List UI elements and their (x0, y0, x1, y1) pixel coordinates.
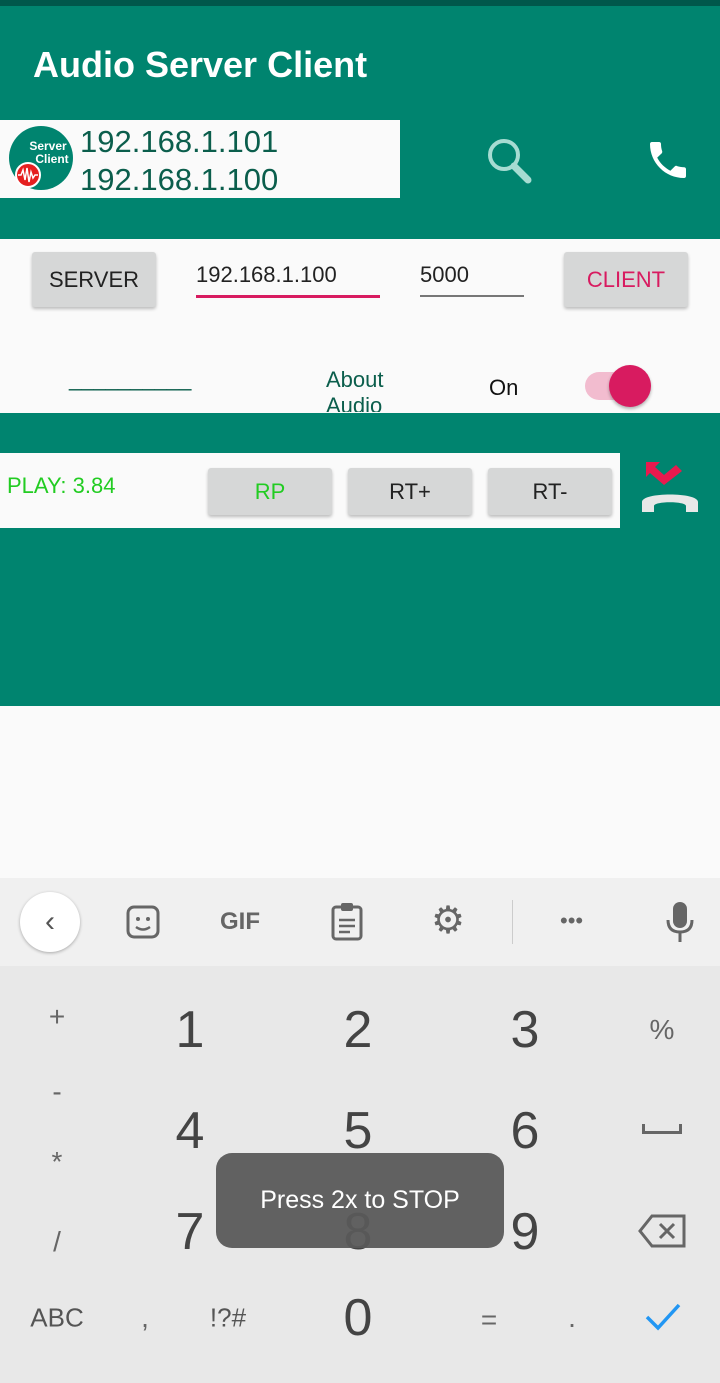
switch-label: On (489, 375, 519, 400)
key-2[interactable]: 2 (344, 1000, 373, 1060)
toolbar-divider (512, 900, 513, 944)
svg-text:Server: Server (29, 139, 67, 153)
key-0[interactable]: 0 (344, 1288, 373, 1348)
key-6[interactable]: 6 (511, 1101, 540, 1161)
ip-input[interactable]: 192.168.1.100 (196, 262, 380, 298)
switch-thumb (609, 365, 651, 407)
gif-button[interactable]: GIF (220, 908, 260, 936)
svg-text:Client: Client (35, 152, 68, 166)
key-3[interactable]: 3 (511, 1000, 540, 1060)
key-1[interactable]: 1 (176, 1000, 205, 1060)
key-abc[interactable]: ABC (30, 1303, 83, 1334)
key-symbols[interactable]: !?# (210, 1303, 246, 1334)
rt-plus-button[interactable]: RT+ (348, 468, 472, 515)
checkmark-enter-icon[interactable] (644, 1302, 682, 1332)
app-logo: Server Client (9, 126, 73, 190)
port-input[interactable]: 5000 (420, 262, 524, 297)
microphone-icon[interactable] (664, 900, 696, 944)
search-icon[interactable] (484, 136, 536, 186)
blank-text: __________ (69, 366, 192, 391)
clipboard-icon[interactable] (330, 902, 364, 942)
key-comma[interactable]: , (141, 1302, 149, 1334)
sticker-icon[interactable] (125, 904, 161, 940)
rp-button[interactable]: RP (208, 468, 332, 515)
about-audio-link[interactable]: About Audio (326, 367, 406, 412)
phone-icon[interactable] (644, 136, 692, 184)
server-button[interactable]: SERVER (32, 252, 156, 307)
key-5[interactable]: 5 (344, 1101, 373, 1161)
settings-gear-icon[interactable]: ⚙ (431, 900, 465, 942)
app-title: Audio Server Client (33, 44, 368, 85)
key-9[interactable]: 9 (511, 1202, 540, 1262)
backspace-icon[interactable] (638, 1214, 686, 1248)
key-minus[interactable]: - (52, 1076, 61, 1108)
remote-ip: 192.168.1.100 (80, 162, 279, 197)
key-slash[interactable]: / (53, 1226, 61, 1258)
more-button[interactable]: ••• (560, 908, 583, 934)
hang-up-icon[interactable] (638, 458, 702, 516)
key-dot[interactable]: . (568, 1302, 576, 1334)
key-star[interactable]: * (52, 1146, 63, 1178)
client-button[interactable]: CLIENT (564, 252, 688, 307)
local-ip: 192.168.1.101 (80, 124, 279, 159)
key-7[interactable]: 7 (176, 1202, 205, 1262)
back-chevron-icon[interactable]: ‹ (20, 892, 80, 952)
play-status: PLAY: 3.84 (7, 473, 116, 498)
rt-minus-button[interactable]: RT- (488, 468, 612, 515)
key-plus[interactable]: + (49, 1001, 65, 1033)
space-key-icon[interactable] (642, 1124, 682, 1134)
ip-panel: Server Client 192.168.1.101 192.168.1.10… (0, 120, 400, 198)
toast-message: Press 2x to STOP (216, 1153, 504, 1248)
key-percent[interactable]: % (650, 1014, 675, 1046)
audio-switch[interactable] (585, 365, 651, 407)
key-equals[interactable]: = (481, 1304, 497, 1336)
key-4[interactable]: 4 (176, 1101, 205, 1161)
